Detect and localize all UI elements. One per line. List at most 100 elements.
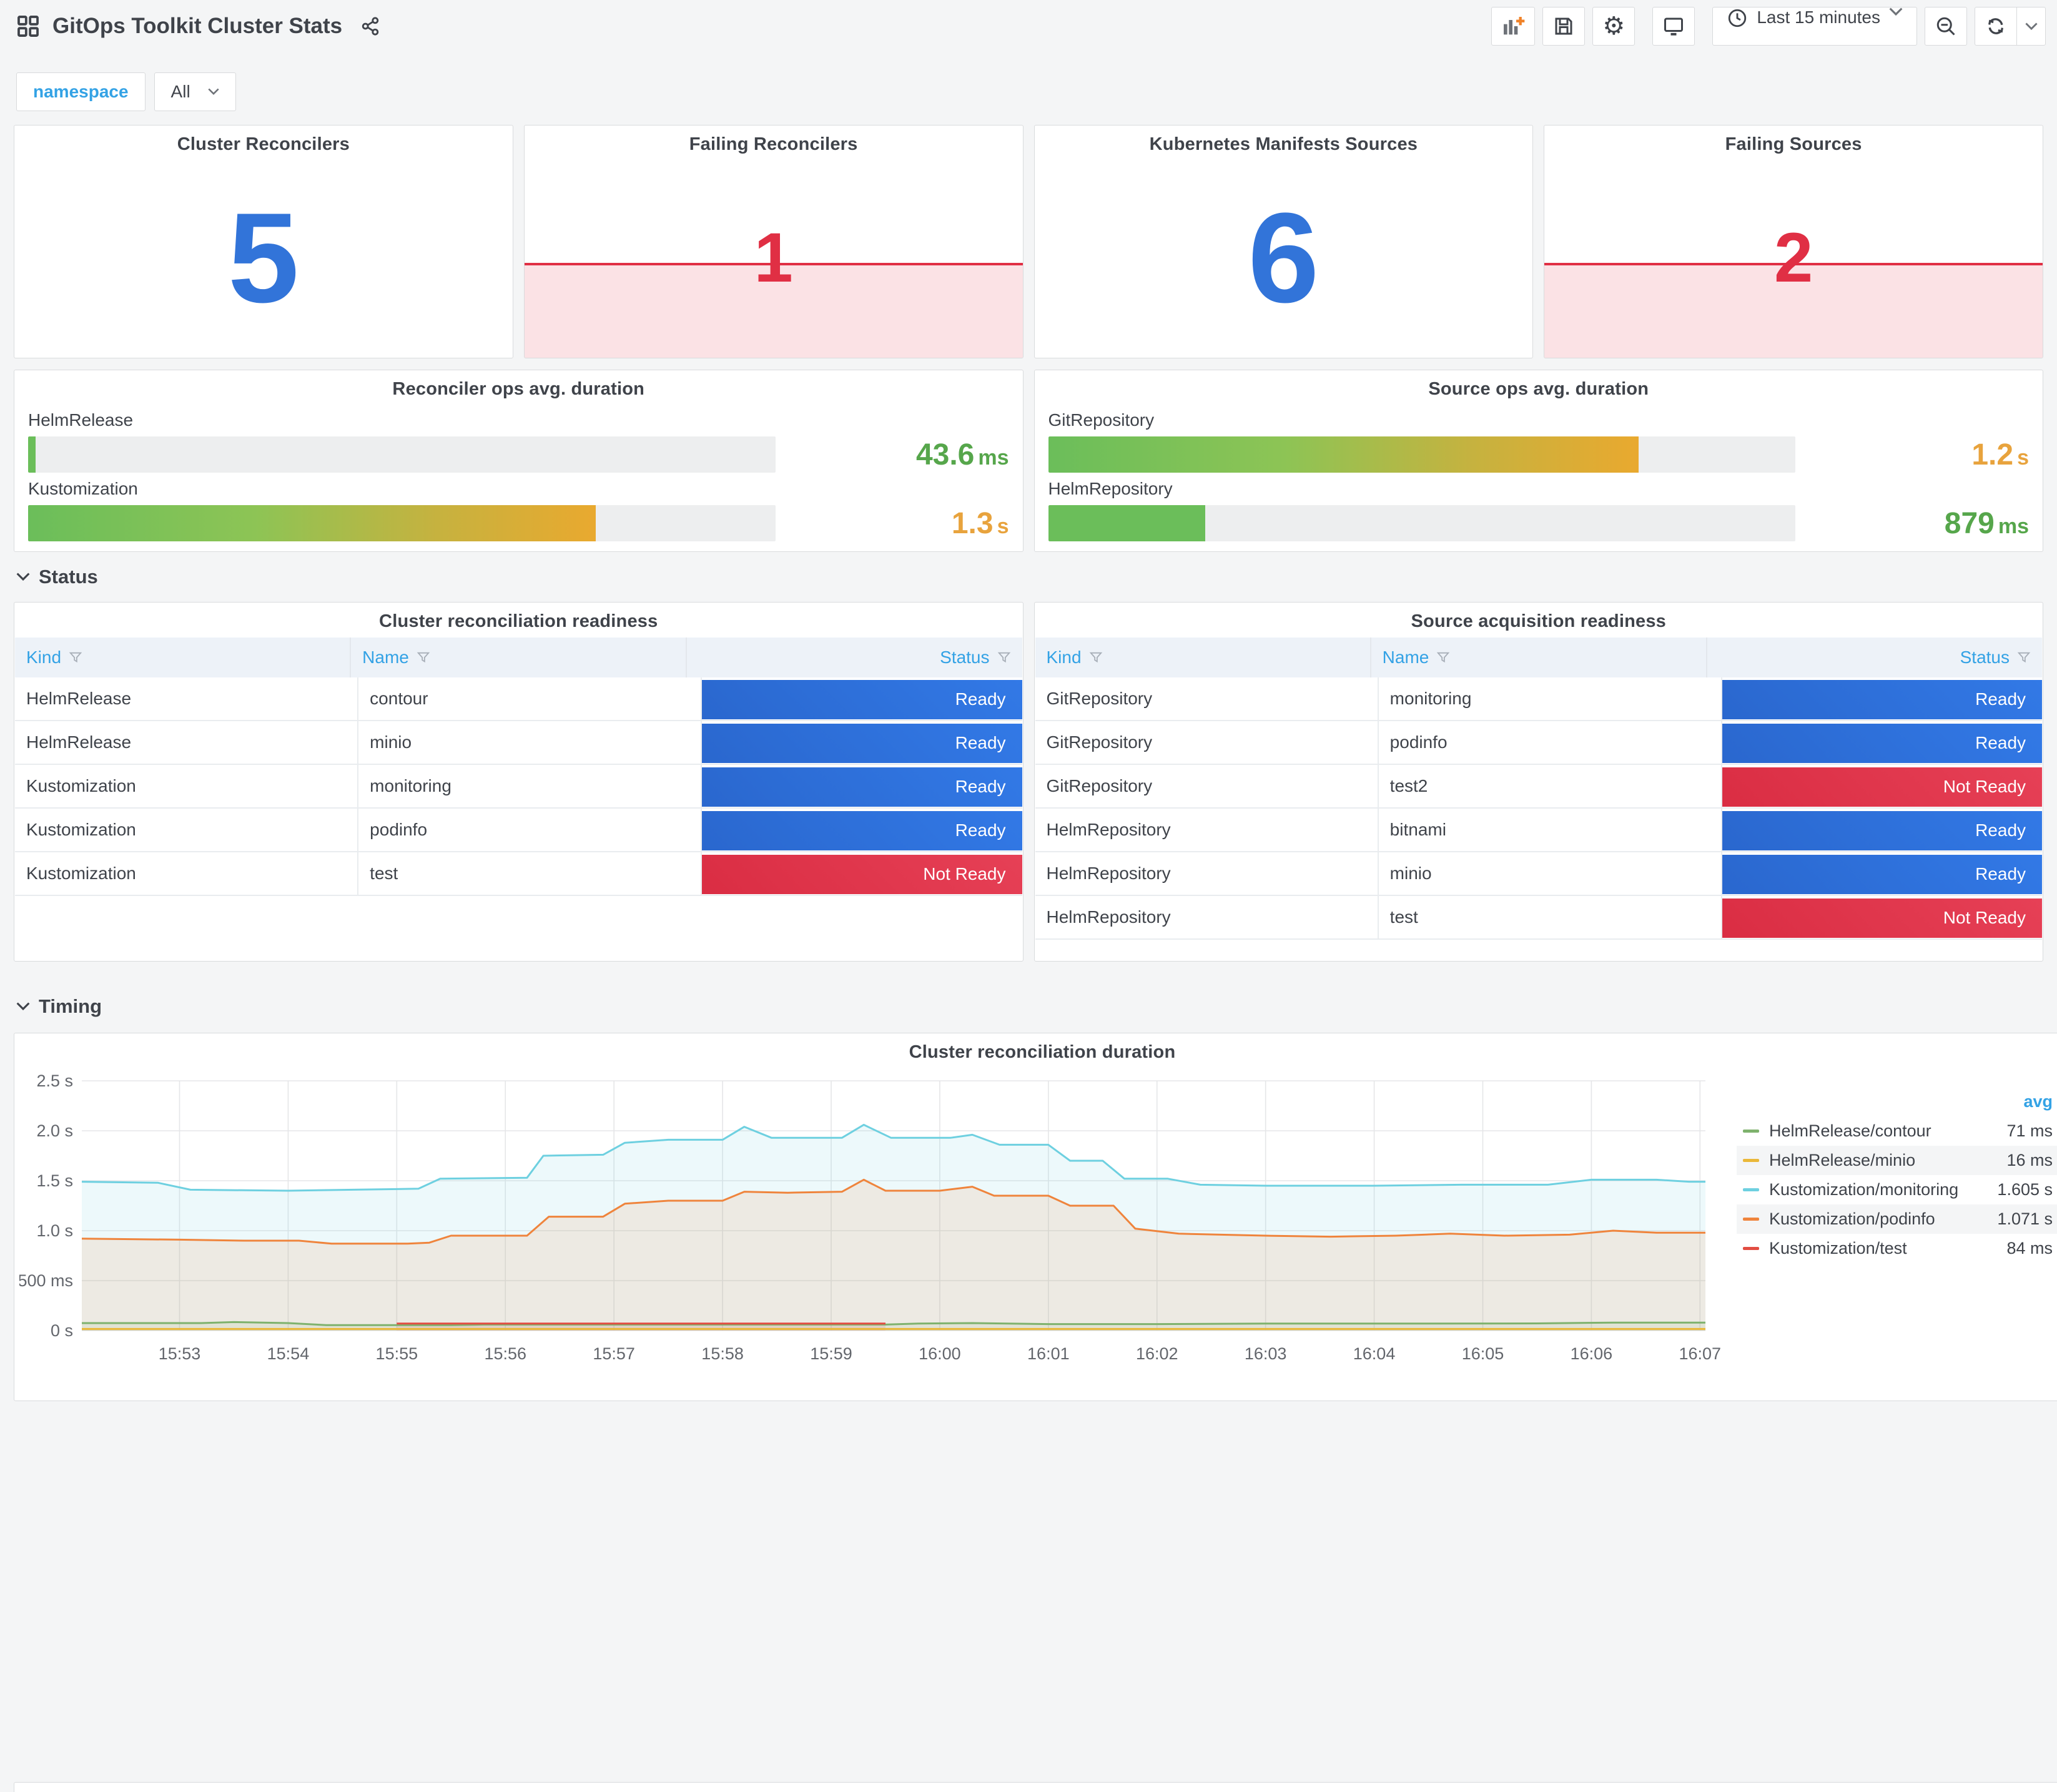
status-badge: Not Ready: [1722, 898, 2043, 938]
status-cell: Ready: [1722, 809, 2043, 851]
legend-avg-header[interactable]: avg: [1737, 1092, 2057, 1116]
legend-item[interactable]: Kustomization/test 84 ms: [1737, 1234, 2057, 1263]
section-timing-label: Timing: [39, 995, 102, 1017]
readiness-table: Kind Name Status GitRepository monitoring Rea…: [1035, 638, 2043, 940]
stat-value: 1: [754, 219, 793, 297]
status-badge: Ready: [702, 810, 1022, 850]
status-cell: Ready: [1722, 721, 2043, 764]
stat-panel-title[interactable]: Cluster Reconcilers: [14, 134, 513, 155]
filter-funnel-icon[interactable]: [1089, 651, 1103, 664]
table-row: Kustomization monitoring Ready: [15, 765, 1022, 809]
stat-value: 2: [1773, 219, 1813, 297]
legend-series-mark: [1743, 1130, 1759, 1133]
section-status[interactable]: Status: [16, 566, 98, 588]
status-badge: Ready: [1722, 810, 2043, 850]
gauge-row-helmrelease: HelmRelease 43.6 ms: [28, 410, 1009, 473]
filter-funnel-icon[interactable]: [69, 651, 82, 664]
refresh-dashboard-button[interactable]: [1975, 7, 2016, 45]
gauge-label: HelmRelease: [28, 410, 134, 430]
variables-row: namespace All: [16, 72, 236, 111]
stat-panel-title[interactable]: Failing Reconcilers: [525, 134, 1023, 155]
gauge-value: 43.6 ms: [803, 438, 1009, 472]
dashboard-header: GitOps Toolkit Cluster Stats ⚙ Last 15 m…: [0, 0, 2057, 52]
legend-series-name: Kustomization/test: [1769, 1239, 1907, 1258]
kind-cell: GitRepository: [1035, 677, 1379, 720]
gauge-row-gitrepository: GitRepository 1.2 s: [1048, 410, 2029, 473]
filter-funnel-icon[interactable]: [1436, 651, 1450, 664]
filter-funnel-icon[interactable]: [2017, 651, 2031, 664]
kind-cell: Kustomization: [15, 809, 359, 851]
y-axis-tick: 2.0 s: [36, 1121, 73, 1140]
legend-series-avg: 16 ms: [2006, 1151, 2053, 1169]
name-cell: minio: [358, 721, 703, 764]
name-cell: test: [358, 852, 703, 895]
status-badge: Ready: [1722, 723, 2043, 763]
variable-namespace-value: All: [170, 82, 190, 101]
legend-item[interactable]: HelmRelease/minio 16 ms: [1737, 1146, 2057, 1175]
gauge-body: GitRepository 1.2 s HelmRepository 879 ms: [1048, 410, 2029, 541]
zoom-out-time-button[interactable]: [1925, 7, 1967, 46]
apps-grid-icon[interactable]: [16, 14, 40, 38]
y-axis-tick: 500 ms: [19, 1271, 73, 1290]
status-badge: Ready: [702, 679, 1022, 719]
table-header-kind[interactable]: Kind: [15, 638, 352, 677]
gauge-value-unit: ms: [978, 445, 1009, 470]
panel-cluster-reconciliation-duration: Cluster reconciliation duration 0 s 500 ms…: [14, 1033, 2057, 1401]
kind-cell: HelmRepository: [1035, 809, 1379, 851]
table-row: GitRepository podinfo Ready: [1035, 721, 2043, 765]
x-axis-tick: 16:07: [1679, 1344, 1722, 1363]
readiness-table: Kind Name Status HelmRelease contour Ready Hel…: [15, 638, 1022, 896]
table-row: HelmRepository test Not Ready: [1035, 896, 2043, 940]
table-header-status[interactable]: Status: [687, 638, 1022, 677]
legend-item[interactable]: HelmRelease/contour 71 ms: [1737, 1116, 2057, 1146]
filter-funnel-icon[interactable]: [997, 651, 1011, 664]
share-icon[interactable]: [360, 16, 381, 37]
time-range-picker[interactable]: Last 15 minutes: [1712, 7, 1917, 46]
table-panel-title[interactable]: Source acquisition readiness: [1035, 611, 2043, 632]
save-dashboard-button[interactable]: [1542, 7, 1586, 46]
legend-item[interactable]: Kustomization/podinfo 1.071 s: [1737, 1204, 2057, 1234]
chevron-down-icon: [16, 573, 30, 581]
stat-panel-title[interactable]: Failing Sources: [1544, 134, 2043, 155]
refresh-interval-picker[interactable]: [2016, 7, 2045, 45]
table-header-name[interactable]: Name: [351, 638, 688, 677]
gauge-line: 43.6 ms: [28, 436, 1009, 473]
table-row: GitRepository test2 Not Ready: [1035, 765, 2043, 809]
filter-funnel-icon[interactable]: [417, 651, 430, 664]
section-timing[interactable]: Timing: [16, 995, 102, 1018]
chart-plot[interactable]: 0 s 500 ms 1.0 s 1.5 s 2.0 s 2.5 s 15:53 15:54 1…: [19, 1067, 1733, 1387]
table-header-kind[interactable]: Kind: [1035, 638, 1371, 677]
legend-series-name: HelmRelease/contour: [1769, 1121, 1931, 1140]
chart-panel-title[interactable]: Cluster reconciliation duration: [14, 1042, 2057, 1063]
variable-namespace-select[interactable]: All: [154, 72, 236, 111]
gauge-track: [28, 436, 776, 473]
table-panel-title[interactable]: Cluster reconciliation readiness: [14, 611, 1023, 632]
legend-item[interactable]: Kustomization/monitoring 1.605 s: [1737, 1175, 2057, 1204]
x-axis-tick: 16:00: [919, 1344, 961, 1363]
status-cell: Ready: [1722, 852, 2043, 895]
status-cell: Not Ready: [702, 852, 1022, 895]
name-cell: contour: [358, 677, 703, 720]
gauge-panel: Reconciler ops avg. duration HelmRelease 4…: [14, 370, 1024, 552]
gauge-value-number: 43.6: [915, 438, 975, 471]
refresh-group: [1975, 7, 2046, 46]
gauge-panel-title[interactable]: Source ops avg. duration: [1035, 379, 2043, 400]
table-row: Kustomization podinfo Ready: [15, 809, 1022, 852]
stat-panel-title[interactable]: Kubernetes Manifests Sources: [1035, 134, 1533, 155]
cycle-view-mode-button[interactable]: [1652, 7, 1695, 46]
name-cell: test2: [1379, 765, 1722, 807]
dashboard-settings-button[interactable]: ⚙: [1592, 7, 1635, 46]
gear-icon: ⚙: [1602, 12, 1625, 40]
add-panel-button[interactable]: [1491, 7, 1536, 46]
x-axis-tick: 15:59: [810, 1344, 852, 1363]
panel-source-acquisition-duration: Source acquisition duration0 s500 ms1.0 …: [14, 1782, 2057, 1792]
gauge-fill: [1048, 436, 1639, 473]
x-axis-tick: 15:54: [267, 1344, 310, 1363]
table-header-status[interactable]: Status: [1707, 638, 2042, 677]
gauge-panel-title[interactable]: Reconciler ops avg. duration: [14, 379, 1023, 400]
gauge-body: HelmRelease 43.6 ms Kustomization 1.3 s: [28, 410, 1009, 541]
x-axis-tick: 15:55: [376, 1344, 418, 1363]
kind-cell: HelmRelease: [15, 721, 359, 764]
table-header-name[interactable]: Name: [1371, 638, 1707, 677]
gauge-value-number: 879: [1944, 506, 1995, 540]
